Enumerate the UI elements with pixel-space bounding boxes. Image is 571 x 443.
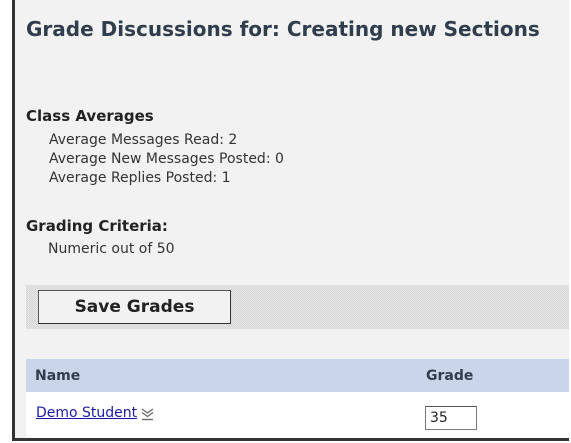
table-row: Demo Student <box>26 392 569 438</box>
drop-down-menu-icon[interactable] <box>141 406 154 425</box>
grade-input[interactable] <box>425 406 477 430</box>
grade-discussions-panel: Grade Discussions for: Creating new Sect… <box>12 0 569 441</box>
class-averages-heading: Class Averages <box>26 107 154 125</box>
page-title: Grade Discussions for: Creating new Sect… <box>26 17 540 41</box>
grading-criteria-heading: Grading Criteria: <box>26 217 168 235</box>
student-name-link[interactable]: Demo Student <box>36 405 137 421</box>
average-messages-read: Average Messages Read: 2 <box>49 132 238 148</box>
grades-table: Name Grade Demo Student <box>26 359 569 438</box>
save-grades-button[interactable]: Save Grades <box>38 290 231 324</box>
average-replies-posted: Average Replies Posted: 1 <box>49 170 231 186</box>
button-bar: Save Grades <box>26 285 569 329</box>
grade-cell <box>411 392 569 438</box>
column-header-name[interactable]: Name <box>26 359 411 392</box>
average-new-messages-posted: Average New Messages Posted: 0 <box>49 151 284 167</box>
column-header-grade[interactable]: Grade <box>411 359 569 392</box>
student-name-cell: Demo Student <box>26 392 411 438</box>
table-header-row: Name Grade <box>26 359 569 392</box>
grading-criteria-value: Numeric out of 50 <box>48 241 175 257</box>
